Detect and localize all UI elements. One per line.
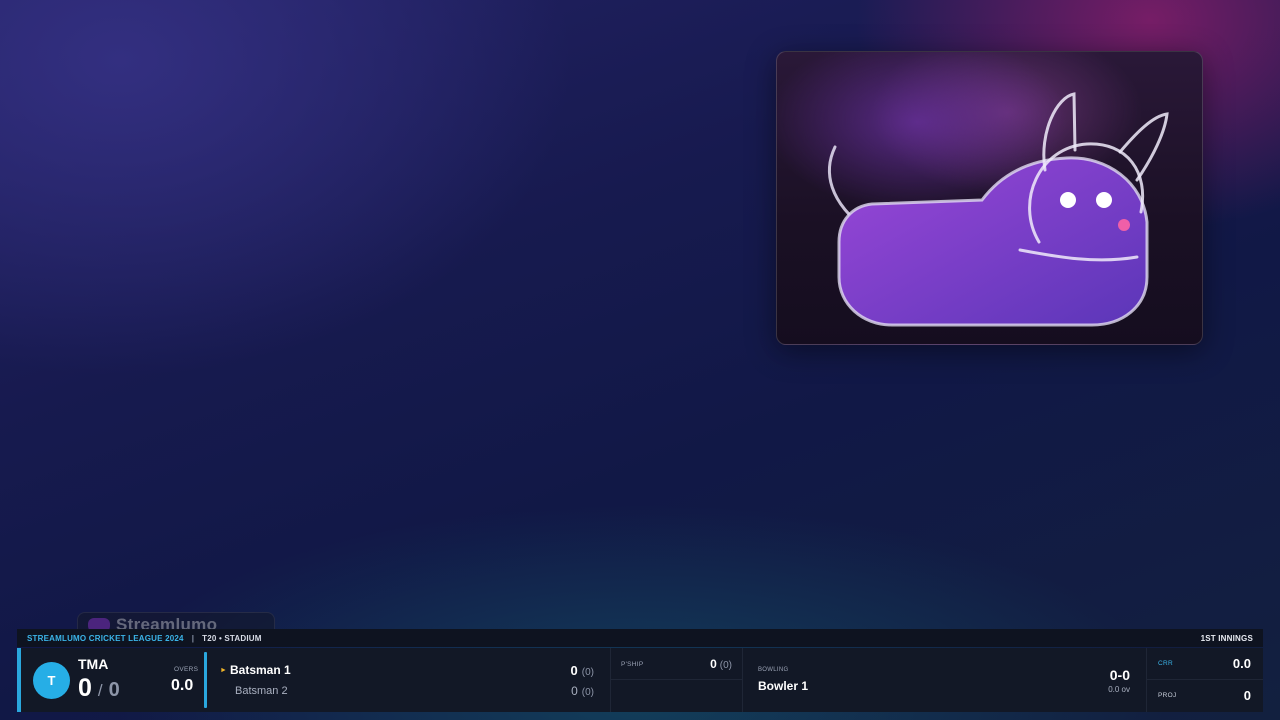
batsman-name: Batsman 2 — [235, 685, 288, 697]
team-badge: T — [33, 662, 70, 699]
bowler-figures: 0-0 — [1109, 667, 1130, 683]
overs-label: OVERS — [174, 666, 199, 673]
cat-eye-left — [1060, 192, 1076, 208]
batsman-balls: (0) — [581, 666, 594, 678]
batsman-row: Batsman 2 0 (0) — [207, 681, 610, 701]
overs-value: 0.0 — [171, 677, 194, 694]
cat-ear-right — [1118, 112, 1169, 182]
team-score: 0 / 0 — [78, 674, 120, 703]
batting-block: ► Batsman 1 0 (0) Batsman 2 0 (0) — [207, 648, 610, 712]
on-strike-icon: ► — [220, 666, 227, 674]
proj-value: 0 — [1243, 688, 1251, 703]
scoreboard-header: STREAMLUMO CRICKET LEAGUE 2024 | T20 • S… — [17, 629, 1263, 647]
cat-body — [837, 156, 1149, 327]
batsman-runs: 0 — [570, 662, 578, 678]
proj-row: PROJ 0 — [1147, 680, 1263, 712]
partnership-row: P'SHIP 0 (0) — [611, 648, 742, 680]
batsman-score: 0 (0) — [571, 663, 594, 678]
crr-row: CRR 0.0 — [1147, 648, 1263, 680]
cat-cheek — [1118, 219, 1130, 231]
cat-illustration — [827, 92, 1169, 327]
bowler-overs: 0.0 ov — [1108, 685, 1130, 694]
batsman-runs: 0 — [571, 684, 578, 698]
venue-label: T20 • STADIUM — [202, 633, 262, 643]
partnership-value: 0 (0) — [710, 657, 732, 671]
league-name: STREAMLUMO CRICKET LEAGUE 2024 — [27, 633, 184, 643]
partnership-balls: (0) — [719, 660, 732, 671]
batsman-row: ► Batsman 1 0 (0) — [207, 660, 610, 680]
team-wickets: 0 — [108, 679, 120, 701]
batsman-name: Batsman 1 — [230, 663, 291, 677]
team-name: TMA — [78, 656, 109, 672]
bowling-label: BOWLING — [758, 667, 789, 673]
partnership-label: P'SHIP — [621, 661, 644, 668]
innings-label: 1ST INNINGS — [1200, 633, 1253, 643]
batsman-balls: (0) — [581, 687, 594, 698]
scoreboard: T TMA 0 / 0 OVERS 0.0 ► Batsman 1 0 (0) … — [17, 648, 1263, 712]
team-runs: 0 — [78, 674, 92, 702]
partnership-block: P'SHIP 0 (0) — [610, 648, 743, 712]
webcam-frame — [776, 51, 1203, 345]
rates-block: CRR 0.0 PROJ 0 — [1147, 648, 1263, 712]
header-separator: | — [191, 633, 195, 643]
crr-label: CRR — [1158, 660, 1173, 667]
partnership-runs: 0 — [710, 657, 717, 671]
batsman-score: 0 (0) — [571, 684, 594, 698]
crr-value: 0.0 — [1232, 656, 1251, 671]
team-score-block: T TMA 0 / 0 OVERS 0.0 — [21, 648, 204, 712]
bowling-block: BOWLING Bowler 1 0-0 0.0 ov — [743, 648, 1147, 712]
bowler-name: Bowler 1 — [758, 679, 809, 693]
cat-eye-right — [1096, 192, 1112, 208]
score-slash: / — [97, 681, 103, 700]
proj-label: PROJ — [1158, 692, 1177, 699]
